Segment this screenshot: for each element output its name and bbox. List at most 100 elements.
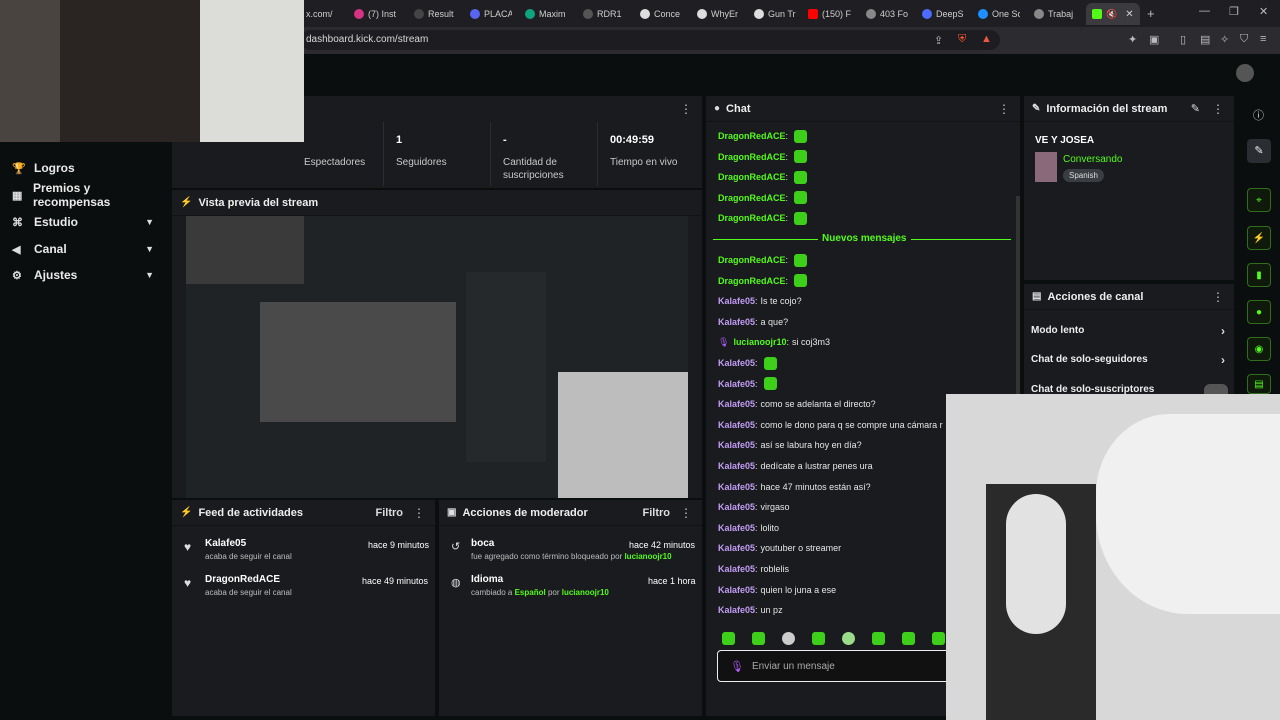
filter-button[interactable]: Filtro: [376, 507, 404, 519]
browser-tab[interactable]: x.com/: [306, 3, 348, 25]
leo-ai-icon[interactable]: ✧: [1220, 33, 1229, 46]
browser-tab[interactable]: DeepS: [922, 3, 964, 25]
chat-username[interactable]: DragonRedACE: [718, 193, 786, 203]
browser-tab[interactable]: Resulta: [414, 3, 454, 25]
stream-preview-video[interactable]: [186, 216, 688, 498]
mod-user-link[interactable]: lucianoojr10: [624, 552, 671, 561]
bolt-icon[interactable]: ⚡: [1247, 226, 1271, 250]
chat-username[interactable]: DragonRedACE: [718, 213, 786, 223]
stream-category[interactable]: Conversando: [1063, 154, 1122, 165]
chevron-down-icon: ▼: [145, 217, 154, 227]
rewards-icon[interactable]: ▲: [981, 33, 992, 45]
emote-button[interactable]: [782, 632, 795, 645]
emote-button[interactable]: [872, 632, 885, 645]
subscribers-only-toggle[interactable]: [1204, 384, 1228, 394]
sidebar-toggle-icon[interactable]: ▯: [1180, 33, 1186, 46]
more-options-icon[interactable]: ⋮: [1212, 290, 1224, 304]
target-icon[interactable]: ⌖: [1247, 188, 1271, 212]
vpn-icon[interactable]: ⛉: [1240, 33, 1248, 46]
info-icon[interactable]: ⓘ: [1253, 107, 1264, 123]
chat-username[interactable]: Kalafe05: [718, 482, 755, 492]
chat-username[interactable]: Kalafe05: [718, 399, 755, 409]
browser-tab[interactable]: RDR1: [583, 3, 623, 25]
more-options-icon[interactable]: ⋮: [413, 506, 425, 520]
chat-text: quien lo juna a ese: [760, 584, 837, 595]
action-followers-only[interactable]: Chat de solo-seguidores ›: [1031, 353, 1225, 367]
share-icon[interactable]: ⇪: [934, 34, 943, 47]
minimize-icon[interactable]: —: [1199, 5, 1210, 17]
emote-button[interactable]: [902, 632, 915, 645]
browser-tab[interactable]: Conce: [640, 3, 682, 25]
chat-icon[interactable]: ●: [1247, 300, 1271, 324]
new-tab-icon[interactable]: +: [1147, 6, 1155, 21]
sidebar-item-estudio[interactable]: ⌘ Estudio ▼: [12, 212, 162, 232]
tab-search-icon[interactable]: ▣: [1149, 33, 1159, 46]
url-input[interactable]: dashboard.kick.com/stream: [300, 30, 1000, 50]
close-window-icon[interactable]: ✕: [1259, 5, 1268, 18]
menu-icon[interactable]: ≡: [1260, 33, 1266, 45]
sidebar-item-ajustes[interactable]: ⚙ Ajustes ▼: [12, 265, 162, 285]
chat-username[interactable]: lucianoojr10: [733, 337, 786, 347]
chat-username[interactable]: Kalafe05: [718, 585, 755, 595]
document-icon[interactable]: ▮: [1247, 263, 1271, 287]
chat-username[interactable]: Kalafe05: [718, 317, 755, 327]
wallet-icon[interactable]: ▤: [1200, 33, 1210, 46]
chat-username[interactable]: Kalafe05: [718, 523, 755, 533]
chat-username[interactable]: DragonRedACE: [718, 255, 786, 265]
broadcast-icon[interactable]: ◉: [1247, 337, 1271, 361]
sidebar-item-canal[interactable]: ◀ Canal ▼: [12, 239, 162, 259]
more-options-icon[interactable]: ⋮: [1212, 102, 1224, 116]
browser-tab[interactable]: WhyEr: [697, 3, 739, 25]
chat-username[interactable]: Kalafe05: [718, 502, 755, 512]
feed-user[interactable]: DragonRedACE: [205, 574, 292, 585]
extensions-icon[interactable]: ✦: [1128, 33, 1137, 46]
filter-button[interactable]: Filtro: [643, 507, 671, 519]
user-avatar[interactable]: [1236, 64, 1254, 82]
feed-user[interactable]: Kalafe05: [205, 538, 292, 549]
sidebar-item-premios[interactable]: ▦ Premios y recompensas: [12, 181, 162, 209]
chat-username[interactable]: Kalafe05: [718, 379, 755, 389]
more-options-icon[interactable]: ⋮: [680, 102, 692, 116]
chat-username[interactable]: DragonRedACE: [718, 152, 786, 162]
brave-shield-icon[interactable]: ⛨: [958, 33, 966, 46]
more-options-icon[interactable]: ⋮: [680, 506, 692, 520]
chat-username[interactable]: DragonRedACE: [718, 276, 786, 286]
emote-button[interactable]: [932, 632, 945, 645]
edit-layout-icon[interactable]: ✎: [1247, 139, 1271, 163]
browser-tab[interactable]: 403 Fo: [866, 3, 908, 25]
close-tab-icon[interactable]: ✕: [1125, 9, 1133, 20]
chat-scrollbar[interactable]: [1016, 196, 1020, 396]
browser-tab[interactable]: One Sc: [978, 3, 1020, 25]
action-slow-mode[interactable]: Modo lento ›: [1031, 324, 1225, 338]
more-options-icon[interactable]: ⋮: [998, 102, 1010, 116]
chat-username[interactable]: Kalafe05: [718, 358, 755, 368]
chat-username[interactable]: Kalafe05: [718, 564, 755, 574]
chat-text: virgaso: [760, 502, 790, 513]
browser-tab[interactable]: (7) Inst: [354, 3, 396, 25]
browser-tab[interactable]: (150) F: [808, 3, 852, 25]
chat-username[interactable]: Kalafe05: [718, 605, 755, 615]
mute-icon[interactable]: 🔇: [1106, 9, 1117, 20]
panel-icon[interactable]: ▤: [1247, 374, 1271, 394]
chat-username[interactable]: Kalafe05: [718, 440, 755, 450]
browser-tab[interactable]: Maxim: [525, 3, 567, 25]
browser-tab[interactable]: PLACA: [470, 3, 512, 25]
browser-tab[interactable]: Gun Tr: [754, 3, 796, 25]
chat-username[interactable]: Kalafe05: [718, 461, 755, 471]
chat-username[interactable]: Kalafe05: [718, 296, 755, 306]
browser-tab-active[interactable]: 🔇 ✕: [1086, 3, 1140, 25]
action-subscribers-only[interactable]: Chat de solo-suscriptores: [1031, 384, 1154, 394]
edit-icon[interactable]: ✎: [1191, 102, 1200, 115]
chat-username[interactable]: DragonRedACE: [718, 131, 786, 141]
chat-username[interactable]: Kalafe05: [718, 420, 755, 430]
emote-button[interactable]: [752, 632, 765, 645]
browser-tab[interactable]: Trabaj: [1034, 3, 1078, 25]
emote-button[interactable]: [842, 632, 855, 645]
maximize-icon[interactable]: ❐: [1229, 5, 1239, 18]
emote-button[interactable]: [812, 632, 825, 645]
chat-username[interactable]: Kalafe05: [718, 543, 755, 553]
emote-button[interactable]: [722, 632, 735, 645]
mod-user-link[interactable]: lucianoojr10: [562, 588, 609, 597]
sidebar-item-logros[interactable]: 🏆 Logros: [12, 158, 162, 178]
chat-username[interactable]: DragonRedACE: [718, 172, 786, 182]
